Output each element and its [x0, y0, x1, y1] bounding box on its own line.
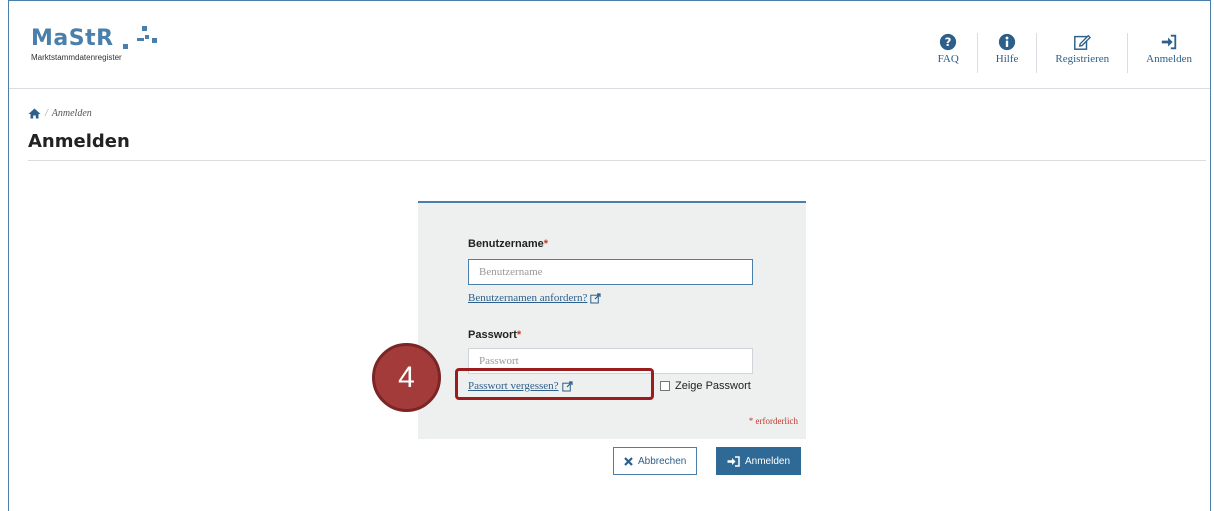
logo-squares-icon — [123, 26, 163, 54]
browser-frame: MaStR Marktstammdatenregister ? FAQ Hilf… — [8, 0, 1211, 511]
nav-registrieren-label: Registrieren — [1055, 53, 1110, 65]
page-title: Anmelden — [28, 131, 130, 152]
breadcrumb: / Anmelden — [28, 108, 92, 119]
nav-hilfe-label: Hilfe — [995, 53, 1019, 65]
logo-text: MaStR — [31, 26, 114, 51]
show-password-label: Zeige Passwort — [675, 380, 751, 392]
breadcrumb-current: Anmelden — [51, 108, 92, 119]
username-input[interactable]: Benutzername — [468, 259, 753, 285]
nav-anmelden[interactable]: Anmelden — [1127, 33, 1210, 73]
username-label: Benutzername* — [468, 238, 549, 250]
external-link-icon — [590, 292, 602, 304]
required-asterisk: * — [516, 329, 522, 341]
nav-faq-label: FAQ — [937, 53, 959, 65]
question-circle-icon: ? — [940, 33, 957, 51]
nav-registrieren[interactable]: Registrieren — [1036, 33, 1127, 73]
close-icon — [624, 456, 633, 466]
site-header: MaStR Marktstammdatenregister ? FAQ Hilf… — [9, 1, 1210, 89]
logo-subtitle: Marktstammdatenregister — [31, 53, 122, 62]
mastr-logo[interactable]: MaStR Marktstammdatenregister — [31, 26, 157, 62]
nav-anmelden-label: Anmelden — [1146, 53, 1192, 65]
cancel-button[interactable]: Abbrechen — [613, 447, 698, 475]
sign-in-icon — [727, 455, 740, 467]
nav-hilfe[interactable]: Hilfe — [976, 33, 1037, 73]
username-placeholder: Benutzername — [479, 266, 543, 278]
nav-faq[interactable]: ? FAQ — [920, 33, 977, 73]
login-form-panel: Benutzername* Benutzername Benutzernamen… — [418, 201, 806, 439]
show-password-checkbox[interactable] — [660, 381, 670, 391]
show-password-toggle[interactable]: Zeige Passwort — [660, 380, 751, 392]
svg-text:?: ? — [945, 35, 952, 49]
breadcrumb-separator: / — [45, 108, 48, 119]
password-label: Passwort* — [468, 329, 522, 341]
top-nav: ? FAQ Hilfe Registrieren Anmelden — [920, 33, 1210, 73]
sign-in-icon — [1161, 34, 1177, 50]
required-asterisk: * — [543, 238, 549, 250]
highlight-box — [455, 368, 654, 400]
password-placeholder: Passwort — [479, 355, 519, 367]
login-button[interactable]: Anmelden — [716, 447, 802, 475]
home-icon[interactable] — [28, 108, 41, 119]
request-username-link[interactable]: Benutzernamen anfordern? — [468, 292, 602, 304]
info-circle-icon — [998, 33, 1016, 51]
required-note: * erforderlich — [748, 416, 798, 426]
step-number-badge: 4 — [372, 343, 441, 412]
title-divider — [28, 160, 1206, 161]
edit-icon — [1074, 34, 1092, 50]
